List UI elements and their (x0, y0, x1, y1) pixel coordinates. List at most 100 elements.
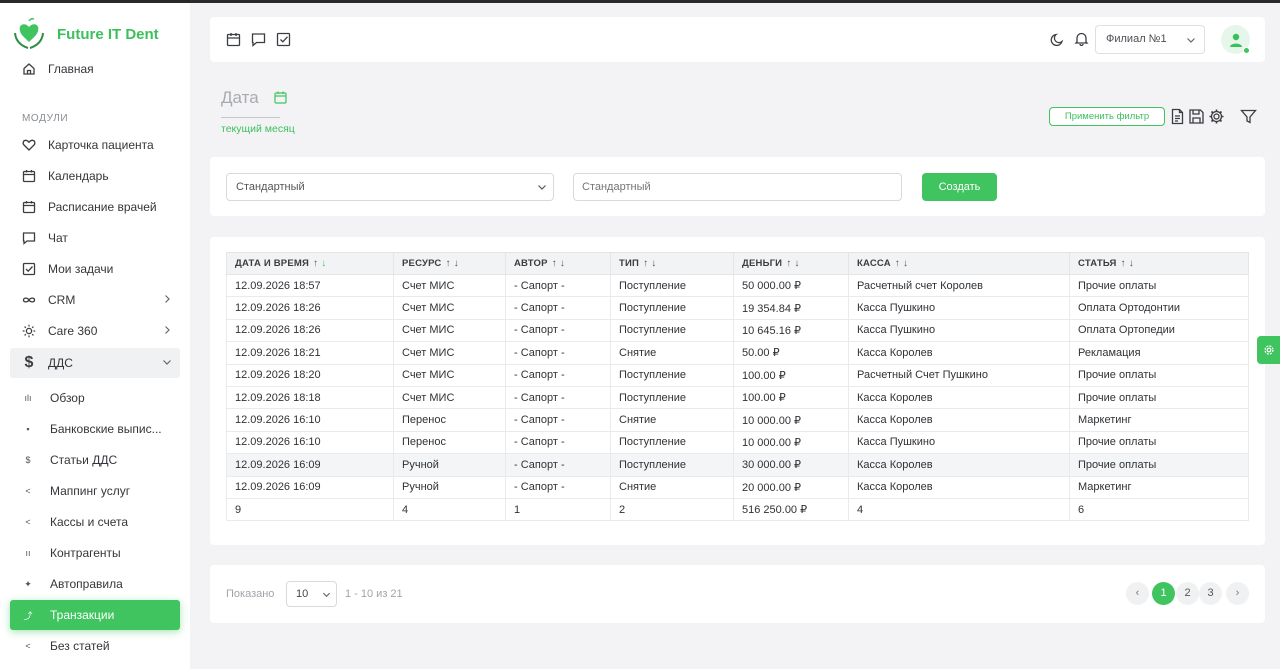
table-cell: Перенос (393, 430, 506, 455)
preset-name-input[interactable] (573, 173, 902, 201)
checkbox-icon (22, 262, 36, 276)
table-cell: Касса Королев (848, 408, 1070, 432)
sidebar-item-label: Маппинг услуг (50, 484, 131, 498)
tasks-icon[interactable] (276, 32, 291, 47)
sort-icon[interactable]: ↑ ↓ (643, 258, 656, 269)
tooth-logo-icon (14, 18, 44, 49)
sidebar-item-dds[interactable]: $ ДДС (10, 348, 180, 378)
user-avatar[interactable] (1221, 25, 1250, 54)
table-row[interactable]: 12.09.2026 16:09 Ручной - Сапорт - Снятие 20… (226, 475, 1249, 499)
table-cell: 12.09.2026 16:09 (226, 475, 394, 499)
sidebar-item-overview[interactable]: ılı Обзор (10, 383, 180, 413)
table-header-row: ДАТА И ВРЕМЯ ↑ ↓ РЕСУРС ↑ ↓ АВТОР ↑ ↓ ТИП ↑ … (226, 252, 1249, 275)
table-row[interactable]: 12.09.2026 18:57 Счет МИС - Сапорт - Поступ… (226, 273, 1249, 298)
table-row[interactable]: 12.09.2026 16:10 Перенос - Сапорт - Снятие 1… (226, 408, 1249, 432)
page-button-2[interactable]: 2 (1176, 582, 1199, 605)
sidebar-item-chat[interactable]: Чат (10, 223, 180, 253)
apply-filter-button[interactable]: Применить фильтр (1049, 107, 1165, 126)
bell-icon[interactable] (1074, 31, 1089, 47)
calendar-icon[interactable] (226, 32, 241, 47)
share-icon: < (25, 517, 31, 527)
sort-icon[interactable]: ↑ ↓ (786, 258, 799, 269)
date-filter-period[interactable]: текущий месяц (221, 123, 295, 135)
next-page-button[interactable]: › (1226, 582, 1249, 605)
table-row[interactable]: 12.09.2026 16:10 Перенос - Сапорт - Поступл… (226, 430, 1249, 455)
table-cell: Касса Пушкино (848, 430, 1070, 455)
dollar-small-icon: $ (25, 455, 31, 465)
sidebar-item-care360[interactable]: Care 360 (10, 316, 180, 346)
sidebar-item-tasks[interactable]: Мои задачи (10, 254, 180, 284)
sidebar-item-no-articles[interactable]: < Без статей (10, 631, 180, 661)
moon-icon[interactable] (1050, 32, 1065, 47)
prev-page-button[interactable]: ‹ (1126, 582, 1149, 605)
sort-icon[interactable]: ↑ ↓ (445, 258, 458, 269)
table-cell: Касса Пушкино (848, 296, 1070, 320)
table-cell: - Сапорт - (505, 453, 611, 477)
chat-icon[interactable] (251, 32, 266, 47)
sidebar-item-autorules[interactable]: ✦ Автоправила (10, 569, 180, 599)
sort-icon[interactable]: ↑ ↓ (313, 258, 326, 269)
per-page-select[interactable]: 10 (286, 581, 337, 607)
sidebar-item-label: Календарь (48, 169, 109, 183)
column-header-resource[interactable]: РЕСУРС ↑ ↓ (393, 252, 506, 275)
document-icon[interactable] (1169, 108, 1186, 125)
sort-icon[interactable]: ↑ ↓ (552, 258, 565, 269)
table-row[interactable]: 12.09.2026 18:26 Счет МИС - Сапорт - Поступ… (226, 318, 1249, 343)
table-row[interactable]: 12.09.2026 18:26 Счет МИС - Сапорт - Поступ… (226, 296, 1249, 320)
per-page-value: 10 (296, 588, 309, 600)
sidebar-item-doctor-schedule[interactable]: Расписание врачей (10, 192, 180, 222)
range-label: 1 - 10 из 21 (345, 588, 403, 600)
sidebar-item-home[interactable]: Главная (10, 54, 180, 84)
settings-side-tab[interactable] (1257, 336, 1280, 364)
chevron-down-icon (163, 360, 171, 365)
logo[interactable]: Future IT Dent (12, 17, 159, 51)
table-row[interactable]: 12.09.2026 18:18 Счет МИС - Сапорт - Поступ… (226, 385, 1249, 410)
chat-icon (22, 231, 36, 245)
column-header-datetime[interactable]: ДАТА И ВРЕМЯ ↑ ↓ (226, 252, 394, 275)
transfer-icon: ⤴ (23, 610, 33, 621)
branch-select[interactable]: Филиал №1 (1095, 25, 1205, 54)
sidebar-item-label: CRM (48, 293, 76, 307)
preset-select[interactable]: Стандартный (226, 173, 554, 201)
sort-icon[interactable]: ↑ ↓ (1121, 258, 1134, 269)
sort-icon[interactable]: ↑ ↓ (895, 258, 908, 269)
sidebar-item-calendar[interactable]: Календарь (10, 161, 180, 191)
table-cell: Поступление (610, 385, 734, 410)
sidebar-item-dds-articles[interactable]: $ Статьи ДДС (10, 445, 180, 475)
table-cell: Прочие оплаты (1069, 363, 1249, 387)
calendar-icon[interactable] (274, 91, 287, 104)
column-header-cashbox[interactable]: КАССА ↑ ↓ (848, 252, 1070, 275)
infinity-icon (22, 293, 36, 307)
table-cell: 12.09.2026 16:10 (226, 430, 394, 455)
table-row[interactable]: 12.09.2026 18:20 Счет МИС - Сапорт - Поступ… (226, 363, 1249, 387)
pagination-card: Показано 10 1 - 10 из 21 ‹ 1 2 3 › (210, 565, 1265, 623)
create-button[interactable]: Создать (922, 173, 997, 201)
table-row[interactable]: 12.09.2026 18:21 Счет МИС - Сапорт - Снятие… (226, 341, 1249, 365)
sidebar-item-patient-card[interactable]: Карточка пациента (10, 130, 180, 160)
sidebar-item-service-mapping[interactable]: < Маппинг услуг (10, 476, 180, 506)
users-icon: ıı (25, 548, 31, 558)
user-icon (1229, 33, 1242, 47)
share-icon: < (25, 486, 31, 496)
table-cell: - Сапорт - (505, 296, 611, 320)
save-icon[interactable] (1188, 108, 1205, 125)
table-row[interactable]: 12.09.2026 16:09 Ручной - Сапорт - Поступле… (226, 453, 1249, 477)
sidebar-item-transactions[interactable]: ⤴ Транзакции (10, 600, 180, 630)
sidebar-item-label: Автоправила (50, 577, 123, 591)
sidebar-item-bank-statements[interactable]: ▪ Банковские выпис... (10, 414, 180, 444)
column-header-money[interactable]: ДЕНЬГИ ↑ ↓ (733, 252, 849, 275)
sidebar-item-cashboxes[interactable]: < Кассы и счета (10, 507, 180, 537)
column-header-type[interactable]: ТИП ↑ ↓ (610, 252, 734, 275)
date-filter-title[interactable]: Дата (221, 88, 259, 108)
sidebar-item-counterparties[interactable]: ıı Контрагенты (10, 538, 180, 568)
sidebar-item-crm[interactable]: CRM (10, 285, 180, 315)
preset-card: Стандартный Создать (210, 157, 1265, 216)
filter-icon[interactable] (1240, 108, 1257, 125)
page-button-3[interactable]: 3 (1199, 582, 1222, 605)
gear-icon[interactable] (1208, 108, 1225, 125)
page-button-1[interactable]: 1 (1152, 582, 1175, 605)
table-cell: Поступление (610, 296, 734, 320)
column-header-author[interactable]: АВТОР ↑ ↓ (505, 252, 611, 275)
calendar-icon (22, 169, 36, 183)
column-header-article[interactable]: СТАТЬЯ ↑ ↓ (1069, 252, 1249, 275)
